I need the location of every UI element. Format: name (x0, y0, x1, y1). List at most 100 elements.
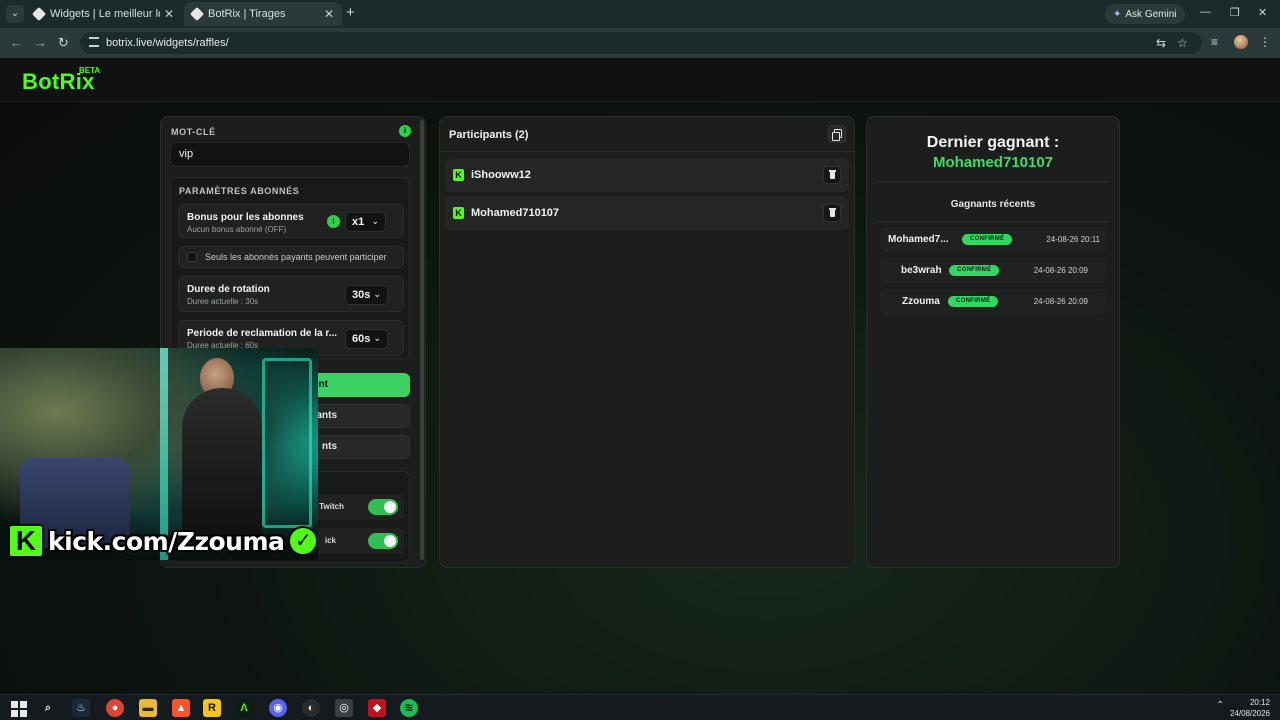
paid-only-checkbox[interactable] (187, 252, 197, 262)
claim-select[interactable]: 60s ⌄ (345, 329, 388, 349)
windows-taskbar: ⌕ ♨ ● ▬ ▲ R Λ ◉ ◐ ◎ ◆ ≋ ⌃ 20:12 24/08/20… (0, 694, 1280, 720)
app-red-icon[interactable]: ◆ (368, 699, 386, 717)
recent-winner-date: 24-08-26 20:09 (1033, 297, 1088, 306)
subscriber-settings-title: PARAMÈTRES ABONNÉS (179, 186, 300, 196)
recent-winners-title: Gagnants récents (950, 199, 1036, 210)
participant-row: K iShooww12 (445, 158, 849, 192)
windows-start-icon[interactable] (10, 699, 28, 717)
site-info-icon[interactable] (89, 37, 99, 47)
close-window-icon[interactable]: ✕ (1258, 6, 1267, 19)
settings-scrollbar[interactable] (420, 120, 424, 560)
verified-check-icon: ✓ (288, 526, 319, 556)
bonus-select-value: x1 (352, 216, 365, 228)
platform-twitch-label: Twitch (319, 502, 344, 511)
participant-name: iShooww12 (471, 169, 531, 181)
clock-date: 24/08/2026 (1229, 709, 1270, 718)
close-tab-icon[interactable]: ✕ (324, 7, 334, 21)
discord-icon[interactable]: ◉ (269, 699, 287, 717)
recent-winner-row: be3wrah CONFIRMÉ 24-08-26 20:09 (880, 258, 1106, 283)
tab-widgets[interactable]: Widgets | Le meilleur logiciel p ✕ (26, 2, 182, 26)
rockstar-icon[interactable]: R (203, 699, 221, 717)
recent-winner-name: Zzouma (902, 296, 940, 307)
delete-icon[interactable] (823, 204, 841, 222)
tray-chevron-icon[interactable]: ⌃ (1216, 700, 1224, 711)
brave-icon[interactable]: ▲ (172, 699, 190, 717)
app-header: BotRix BETA (0, 58, 1280, 102)
last-winner-name: Mohamed710107 (932, 154, 1054, 171)
app-lambda-icon[interactable]: Λ (235, 699, 253, 717)
translate-icon[interactable]: ⇆ (1156, 36, 1166, 50)
keyword-label: MOT-CLÉ (171, 127, 216, 137)
status-badge: CONFIRMÉ (962, 234, 1013, 245)
tab-tirages[interactable]: BotRix | Tirages ✕ (184, 2, 342, 26)
botrix-favicon-icon (189, 6, 205, 22)
tab-title: Widgets | Le meilleur logiciel p (50, 8, 160, 20)
url-text: botrix.live/widgets/raffles/ (106, 37, 229, 49)
streamer-body (182, 388, 262, 538)
bonus-info-icon[interactable]: i (327, 215, 340, 228)
sub-bonus-title: Bonus pour les abonnes (187, 212, 304, 223)
claim-title: Periode de reclamation de la r... (187, 328, 338, 339)
chrome-icon[interactable]: ● (106, 699, 124, 717)
keyword-info-icon[interactable]: i (399, 125, 411, 137)
browser-tabbar: ⌄ Widgets | Le meilleur logiciel p ✕ Bot… (0, 0, 1280, 28)
status-badge: CONFIRMÉ (948, 296, 999, 307)
platform-kick-toggle[interactable] (368, 533, 398, 549)
chevron-down-icon: ⌄ (371, 216, 379, 226)
bonus-select[interactable]: x1 ⌄ (345, 212, 386, 232)
chrome-active-icon[interactable]: ◎ (335, 699, 353, 717)
tab-title: BotRix | Tirages (208, 8, 286, 20)
recent-winner-name: Mohamed7... (888, 234, 949, 245)
reading-list-icon[interactable]: ≡ (1211, 35, 1218, 49)
status-badge: CONFIRMÉ (949, 265, 1000, 276)
participants-header: Participants (2) (440, 117, 854, 152)
folder-icon[interactable]: ▬ (139, 699, 157, 717)
spotify-icon[interactable]: ≋ (400, 699, 418, 717)
reload-icon[interactable]: ↻ (58, 35, 69, 51)
divider (877, 221, 1109, 222)
tab-search-icon[interactable]: ⌄ (6, 5, 24, 23)
sub-bonus-sub: Aucun bonus abonné (OFF) (187, 225, 287, 234)
profile-avatar[interactable] (1234, 35, 1248, 49)
taskbar-clock[interactable]: 20:12 24/08/2026 (1230, 697, 1270, 719)
restore-icon[interactable]: ❐ (1230, 6, 1240, 19)
keyword-input[interactable]: vip (170, 142, 410, 167)
kick-logo-icon: K (8, 524, 44, 558)
back-icon[interactable]: ← (10, 35, 23, 51)
chevron-down-icon: ⌄ (373, 333, 381, 343)
rotation-title: Duree de rotation (187, 284, 270, 295)
address-bar[interactable]: botrix.live/widgets/raffles/ ⇆ ☆ (80, 32, 1202, 54)
platform-kick-label: ick (324, 536, 336, 545)
minimize-icon[interactable]: — (1200, 6, 1211, 18)
botrix-favicon-icon (31, 6, 47, 22)
gemini-spark-icon: ✦ (1113, 8, 1122, 20)
search-icon[interactable]: ⌕ (39, 699, 57, 717)
kick-logo-icon: K (453, 207, 464, 219)
participant-name: Mohamed710107 (471, 207, 560, 219)
copy-icon[interactable] (828, 125, 846, 143)
forward-icon[interactable]: → (34, 35, 47, 51)
new-tab-icon[interactable]: + (346, 5, 355, 21)
neon-frame (262, 358, 312, 528)
bookmark-star-icon[interactable]: ☆ (1177, 36, 1188, 50)
obs-icon[interactable]: ◐ (302, 699, 320, 717)
menu-dots-icon[interactable]: ⋮ (1259, 35, 1271, 49)
kick-channel-banner: K kick.com/Zzouma ✓ (8, 524, 319, 558)
last-winner-title: Dernier gagnant : (926, 134, 1060, 151)
ask-gemini-label: Ask Gemini (1125, 8, 1177, 20)
paid-only-row[interactable]: Seuls les abonnés payants peuvent partic… (178, 246, 404, 268)
divider (877, 181, 1109, 182)
recent-winner-date: 24-08-26 20:09 (1033, 266, 1088, 275)
rotation-select[interactable]: 30s ⌄ (345, 285, 388, 305)
claim-select-value: 60s (352, 333, 371, 345)
steam-icon[interactable]: ♨ (72, 699, 90, 717)
platform-twitch-toggle[interactable] (368, 499, 398, 515)
close-tab-icon[interactable]: ✕ (164, 7, 174, 21)
winner-panel: Dernier gagnant : Mohamed710107 Gagnants… (866, 116, 1120, 568)
beta-badge: BETA (79, 66, 101, 75)
rotation-row: Duree de rotation Duree actuelle : 30s 3… (178, 276, 404, 312)
subscriber-settings: PARAMÈTRES ABONNÉS Bonus pour les abonne… (170, 177, 410, 359)
ask-gemini-button[interactable]: ✦ Ask Gemini (1105, 4, 1185, 24)
recent-winner-row: Zzouma CONFIRMÉ 24-08-26 20:09 (880, 289, 1106, 314)
delete-icon[interactable] (823, 166, 841, 184)
